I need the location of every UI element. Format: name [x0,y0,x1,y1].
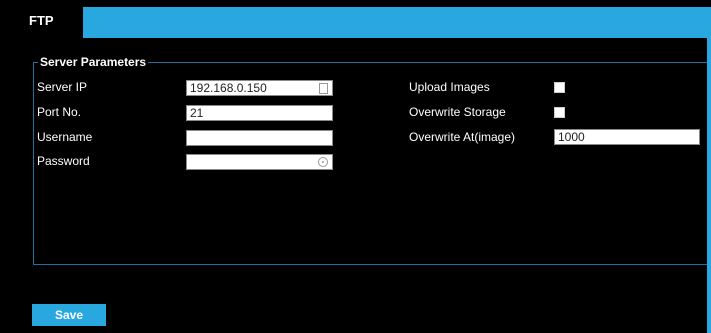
overwrite-at-field[interactable]: 1000 [554,129,700,145]
username-field[interactable] [186,130,333,146]
eye-icon[interactable] [318,157,328,167]
right-edge-strip [707,7,711,333]
save-button[interactable]: Save [32,304,106,326]
tab-ftp[interactable]: FTP [18,7,83,38]
contact-card-icon [319,83,328,94]
port-label: Port No. [37,105,82,119]
overwrite-storage-label: Overwrite Storage [409,105,506,119]
server-parameters-panel [33,62,707,265]
password-label: Password [37,154,90,168]
upload-images-checkbox[interactable] [554,82,565,93]
server-ip-value: 192.168.0.150 [190,81,267,95]
overwrite-at-value: 1000 [558,130,585,144]
port-value: 21 [190,106,204,120]
overwrite-at-label: Overwrite At(image) [409,130,516,144]
username-label: Username [37,130,93,144]
server-ip-label: Server IP [37,80,88,94]
tab-bar: FTP [18,7,711,38]
server-ip-field[interactable]: 192.168.0.150 [186,80,333,96]
upload-images-label: Upload Images [409,80,490,94]
port-field[interactable]: 21 [186,105,333,121]
password-field[interactable] [186,154,333,170]
overwrite-storage-checkbox[interactable] [554,107,565,118]
section-title: Server Parameters [38,55,149,69]
